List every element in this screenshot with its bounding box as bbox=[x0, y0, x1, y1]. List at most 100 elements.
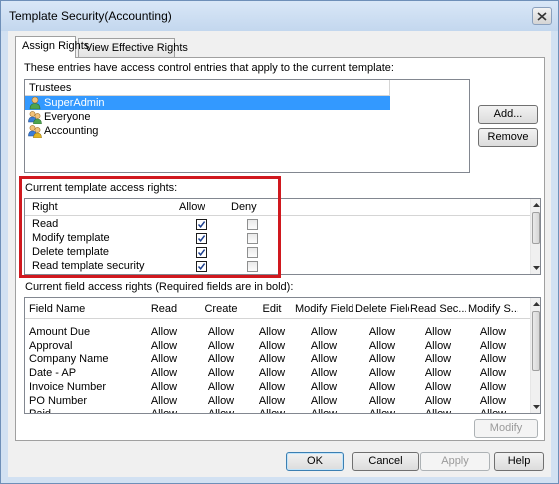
field-rights-label: Current field access rights (Required fi… bbox=[25, 281, 294, 293]
permission-cell: Allow bbox=[479, 380, 507, 393]
column-header[interactable]: Delete Field bbox=[355, 303, 409, 315]
trustee-item-superadmin[interactable]: SuperAdmin bbox=[25, 96, 390, 110]
trustees-header-label: Trustees bbox=[29, 82, 72, 94]
group-icon bbox=[28, 111, 42, 124]
scroll-up-icon[interactable] bbox=[531, 200, 540, 210]
trustee-item-everyone[interactable]: Everyone bbox=[25, 110, 469, 124]
field-name-cell: Invoice Number bbox=[29, 380, 107, 393]
column-header[interactable]: Modify Field bbox=[295, 303, 353, 315]
permission-cell: Allow bbox=[355, 408, 409, 413]
column-header[interactable]: Field Name bbox=[29, 303, 137, 315]
permission-cell: Allow bbox=[368, 326, 396, 338]
permission-cell: Allow bbox=[479, 339, 507, 352]
field-rights-list[interactable]: Field Name Read Create Edit Modify Field Dele… bbox=[24, 297, 541, 414]
permission-cell: Allow bbox=[253, 408, 291, 413]
permission-cell: Allow bbox=[479, 353, 507, 366]
permission-cell: Allow bbox=[139, 408, 189, 413]
permission-cell: Allow bbox=[295, 408, 353, 413]
add-trustee-button[interactable]: Add... bbox=[478, 105, 538, 124]
dialog-client-area: Assign Rights View Effective Rights Thes… bbox=[8, 31, 551, 477]
close-icon bbox=[537, 11, 547, 21]
permission-cell: Allow bbox=[258, 367, 286, 380]
field-rights-scrollbar[interactable] bbox=[530, 298, 540, 413]
permission-cell: Allow bbox=[424, 353, 452, 366]
window-title: Template Security(Accounting) bbox=[9, 9, 172, 23]
permission-cell: Allow bbox=[207, 326, 235, 338]
column-header[interactable]: Create bbox=[193, 303, 249, 315]
permission-cell: Allow bbox=[150, 380, 178, 393]
column-header[interactable]: Read Sec... bbox=[410, 303, 466, 315]
permission-cell: Allow bbox=[368, 339, 396, 352]
scroll-down-icon[interactable] bbox=[531, 263, 540, 273]
permission-cell: Allow bbox=[479, 367, 507, 380]
highlight-box bbox=[19, 176, 281, 278]
tab-label: Assign Rights bbox=[22, 40, 90, 52]
cancel-button[interactable]: Cancel bbox=[352, 452, 419, 471]
field-name-cell: Approval bbox=[29, 339, 73, 352]
scroll-up-icon[interactable] bbox=[531, 299, 540, 309]
dialog-window: Template Security(Accounting) Assign Rig… bbox=[0, 0, 559, 484]
assign-rights-panel: These entries have access control entrie… bbox=[15, 57, 545, 441]
permission-cell: Allow bbox=[150, 339, 178, 352]
trustee-item-accounting[interactable]: Accounting bbox=[25, 124, 469, 138]
column-header[interactable]: Read bbox=[139, 303, 189, 315]
field-name-cell: Amount Due bbox=[29, 326, 91, 338]
field-name-cell: Date - AP bbox=[29, 367, 77, 380]
trustees-description: These entries have access control entrie… bbox=[24, 62, 394, 74]
permission-cell: Allow bbox=[410, 408, 466, 413]
tab-view-effective-rights[interactable]: View Effective Rights bbox=[78, 38, 188, 57]
close-button[interactable] bbox=[532, 7, 552, 25]
permission-cell: Allow bbox=[468, 408, 518, 413]
user-icon bbox=[29, 96, 41, 110]
apply-button[interactable]: Apply bbox=[420, 452, 490, 471]
remove-trustee-button[interactable]: Remove bbox=[478, 128, 538, 147]
trustees-list[interactable]: Trustees SuperAdmin Everyone Accounting bbox=[24, 79, 470, 173]
field-name-cell: PO Number bbox=[29, 394, 88, 407]
help-button[interactable]: Help bbox=[494, 452, 544, 471]
permission-cell: Allow bbox=[207, 339, 235, 352]
trustee-label: Everyone bbox=[44, 111, 91, 123]
permission-cell: Allow bbox=[424, 394, 452, 407]
permission-cell: Allow bbox=[424, 339, 452, 352]
scroll-thumb[interactable] bbox=[532, 212, 540, 244]
field-rights-header: Field Name Read Create Edit Modify Field Dele… bbox=[25, 298, 540, 319]
permission-cell: Allow bbox=[150, 353, 178, 366]
ok-button[interactable]: OK bbox=[286, 452, 344, 471]
scroll-down-icon[interactable] bbox=[531, 402, 540, 412]
permission-cell: Allow bbox=[310, 339, 338, 352]
permission-cell: Allow bbox=[479, 394, 507, 407]
permission-cell: Allow bbox=[193, 408, 249, 413]
scroll-thumb[interactable] bbox=[532, 311, 540, 371]
permission-cell: Allow bbox=[258, 353, 286, 366]
permission-cell: Allow bbox=[310, 326, 338, 338]
permission-cell: Allow bbox=[150, 394, 178, 407]
field-name-cell: Paid bbox=[29, 408, 137, 413]
permission-cell: Allow bbox=[424, 326, 452, 338]
permission-cell: Allow bbox=[368, 380, 396, 393]
permission-cell: Allow bbox=[310, 394, 338, 407]
group-icon bbox=[28, 125, 42, 138]
permission-cell: Allow bbox=[310, 380, 338, 393]
permission-cell: Allow bbox=[479, 326, 507, 338]
permission-cell: Allow bbox=[207, 367, 235, 380]
column-header[interactable]: Modify S... bbox=[468, 303, 518, 315]
trustee-label: Accounting bbox=[44, 125, 99, 137]
permission-cell: Allow bbox=[150, 367, 178, 380]
template-rights-scrollbar[interactable] bbox=[530, 199, 540, 274]
permission-cell: Allow bbox=[310, 353, 338, 366]
permission-cell: Allow bbox=[424, 380, 452, 393]
permission-cell: Allow bbox=[207, 380, 235, 393]
permission-cell: Allow bbox=[150, 326, 178, 338]
permission-cell: Allow bbox=[258, 394, 286, 407]
permission-cell: Allow bbox=[310, 367, 338, 380]
trustees-header[interactable]: Trustees bbox=[25, 80, 390, 96]
tab-label: View Effective Rights bbox=[85, 42, 188, 54]
title-bar: Template Security(Accounting) bbox=[1, 1, 558, 31]
column-header[interactable]: Edit bbox=[253, 303, 291, 315]
tab-assign-rights[interactable]: Assign Rights bbox=[15, 36, 89, 58]
permission-cell: Allow bbox=[207, 394, 235, 407]
modify-button[interactable]: Modify bbox=[474, 419, 538, 438]
permission-cell: Allow bbox=[258, 339, 286, 352]
permission-cell: Allow bbox=[207, 353, 235, 366]
permission-cell: Allow bbox=[424, 367, 452, 380]
